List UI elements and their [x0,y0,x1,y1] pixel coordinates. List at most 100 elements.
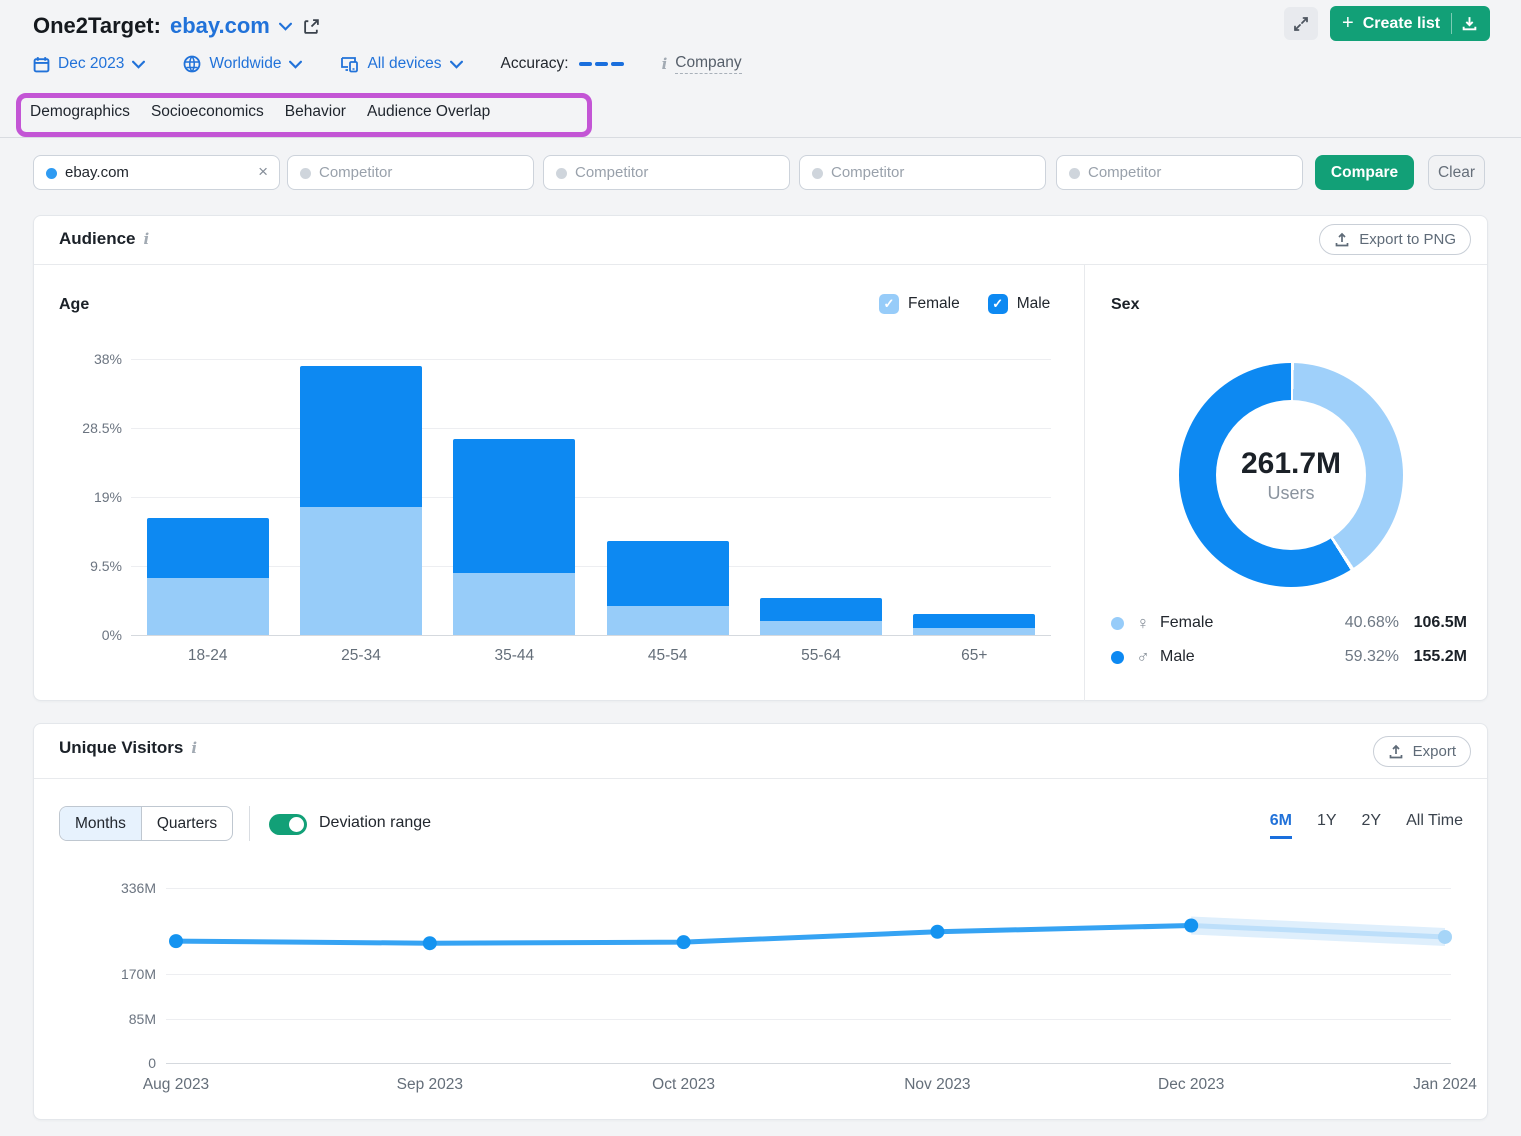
female-percent: 40.68% [1345,614,1399,632]
devices-filter-label: All devices [367,55,441,73]
accuracy-label: Accuracy: [501,55,569,73]
download-icon[interactable] [1461,15,1478,32]
external-link-icon[interactable] [303,18,320,35]
granularity-switch: Months Quarters [59,806,233,841]
sex-legend-row-female[interactable]: ♀ Female 40.68% 106.5M [1111,610,1467,636]
unique-visitors-title: Unique Visitors i [59,738,197,758]
devices-filter[interactable]: All devices [340,55,462,73]
divider [249,806,250,841]
data-point-dec-2023[interactable] [1184,919,1198,933]
quarters-option[interactable]: Quarters [142,807,232,840]
chevron-down-icon[interactable] [279,22,292,31]
devices-icon [340,55,359,73]
competitor-field-2[interactable] [544,156,789,189]
age-bar-male-55-64[interactable] [760,598,882,621]
audience-card: Audience i Export to PNG Age ✓ Female ✓ … [33,215,1488,701]
info-icon[interactable]: i [144,230,150,248]
y-axis-tick: 0% [52,627,122,643]
info-icon[interactable]: i [191,739,197,757]
company-link-label: Company [675,54,741,74]
range-all-time[interactable]: All Time [1406,812,1463,830]
competitor-field-4[interactable] [1057,156,1302,189]
time-range-selector: 6M 1Y 2Y All Time [1270,812,1463,830]
age-bar-female-18-24[interactable] [147,578,269,635]
data-point-oct-2023[interactable] [677,935,691,949]
tab-demographics[interactable]: Demographics [30,103,130,121]
competitor-input-4[interactable] [1056,155,1303,190]
deviation-range-toggle[interactable] [269,814,307,835]
sex-donut-chart[interactable]: 261.7M Users [1179,363,1403,587]
line-chart-canvas [34,854,1489,1121]
y-axis-tick: 38% [52,351,122,367]
info-icon: i [662,55,668,73]
age-bar-female-45-54[interactable] [607,606,729,635]
male-color-dot [1111,651,1124,664]
age-bar-female-25-34[interactable] [300,507,422,635]
x-axis-label: 35-44 [449,647,579,665]
gridline [131,497,1051,498]
date-filter-label: Dec 2023 [58,55,124,73]
tabs-divider [0,137,1521,138]
company-link[interactable]: i Company [662,54,742,74]
age-bar-male-18-24[interactable] [147,518,269,578]
data-point-aug-2023[interactable] [169,934,183,948]
competitor-field-3[interactable] [800,156,1045,189]
y-axis-tick: 19% [52,489,122,505]
age-bar-male-25-34[interactable] [300,366,422,507]
create-list-button[interactable]: + Create list [1330,6,1490,41]
competitor-input-3[interactable] [799,155,1046,190]
fullscreen-button[interactable] [1284,7,1318,40]
report-tabs: Demographics Socioeconomics Behavior Aud… [30,103,490,121]
age-bar-female-55-64[interactable] [760,621,882,635]
months-option[interactable]: Months [60,807,142,840]
close-icon[interactable]: × [258,162,268,182]
divider [1084,265,1085,701]
export-button[interactable]: Export [1373,736,1471,767]
create-list-label: Create list [1363,15,1440,33]
competitor-field-1[interactable] [288,156,533,189]
age-bar-male-35-44[interactable] [453,439,575,573]
chevron-down-icon [132,60,145,69]
female-symbol-icon: ♀ [1134,613,1152,634]
age-bar-female-65+[interactable] [913,628,1035,635]
tab-audience-overlap[interactable]: Audience Overlap [367,103,490,121]
age-bar-male-65+[interactable] [913,614,1035,628]
accuracy-level-indicator [579,62,624,67]
age-bar-male-45-54[interactable] [607,541,729,606]
data-point-nov-2023[interactable] [930,925,944,939]
main-domain-input[interactable]: ebay.com × [33,155,280,190]
calendar-icon [33,56,50,73]
total-users-value: 261.7M [1241,447,1341,481]
sex-legend-row-male[interactable]: ♂ Male 59.32% 155.2M [1111,644,1467,670]
compare-button[interactable]: Compare [1315,155,1414,190]
range-2y[interactable]: 2Y [1362,812,1382,830]
x-axis-label: 45-54 [603,647,733,665]
age-bar-female-35-44[interactable] [453,573,575,635]
tab-socioeconomics[interactable]: Socioeconomics [151,103,264,121]
competitor-input-1[interactable] [287,155,534,190]
export-to-png-button[interactable]: Export to PNG [1319,224,1471,255]
unique-visitors-card: Unique Visitors i Export Months Quarters… [33,723,1488,1120]
location-filter[interactable]: Worldwide [183,55,302,73]
competitor-input-2[interactable] [543,155,790,190]
male-users-value: 155.2M [1399,648,1467,666]
donut-center: 261.7M Users [1216,400,1366,550]
y-axis-tick: 28.5% [52,420,122,436]
domain-selector[interactable]: ebay.com [170,13,270,39]
divider [34,778,1487,779]
data-point-jan-2024[interactable] [1438,930,1452,944]
unique-visitors-line-chart: 085M170M336MAug 2023Sep 2023Oct 2023Nov … [34,854,1489,1121]
y-axis-tick: 9.5% [52,558,122,574]
clear-button[interactable]: Clear [1428,155,1485,190]
button-divider [1451,13,1452,34]
range-6m[interactable]: 6M [1270,812,1292,830]
one2target-page: One2Target: ebay.com + Create list Dec 2… [0,0,1521,1136]
plus-icon: + [1342,12,1354,35]
data-point-sep-2023[interactable] [423,936,437,950]
range-1y[interactable]: 1Y [1317,812,1337,830]
tab-behavior[interactable]: Behavior [285,103,346,121]
female-color-dot [1111,617,1124,630]
date-filter[interactable]: Dec 2023 [33,55,145,73]
location-filter-label: Worldwide [209,55,281,73]
page-title: One2Target: [33,13,161,39]
